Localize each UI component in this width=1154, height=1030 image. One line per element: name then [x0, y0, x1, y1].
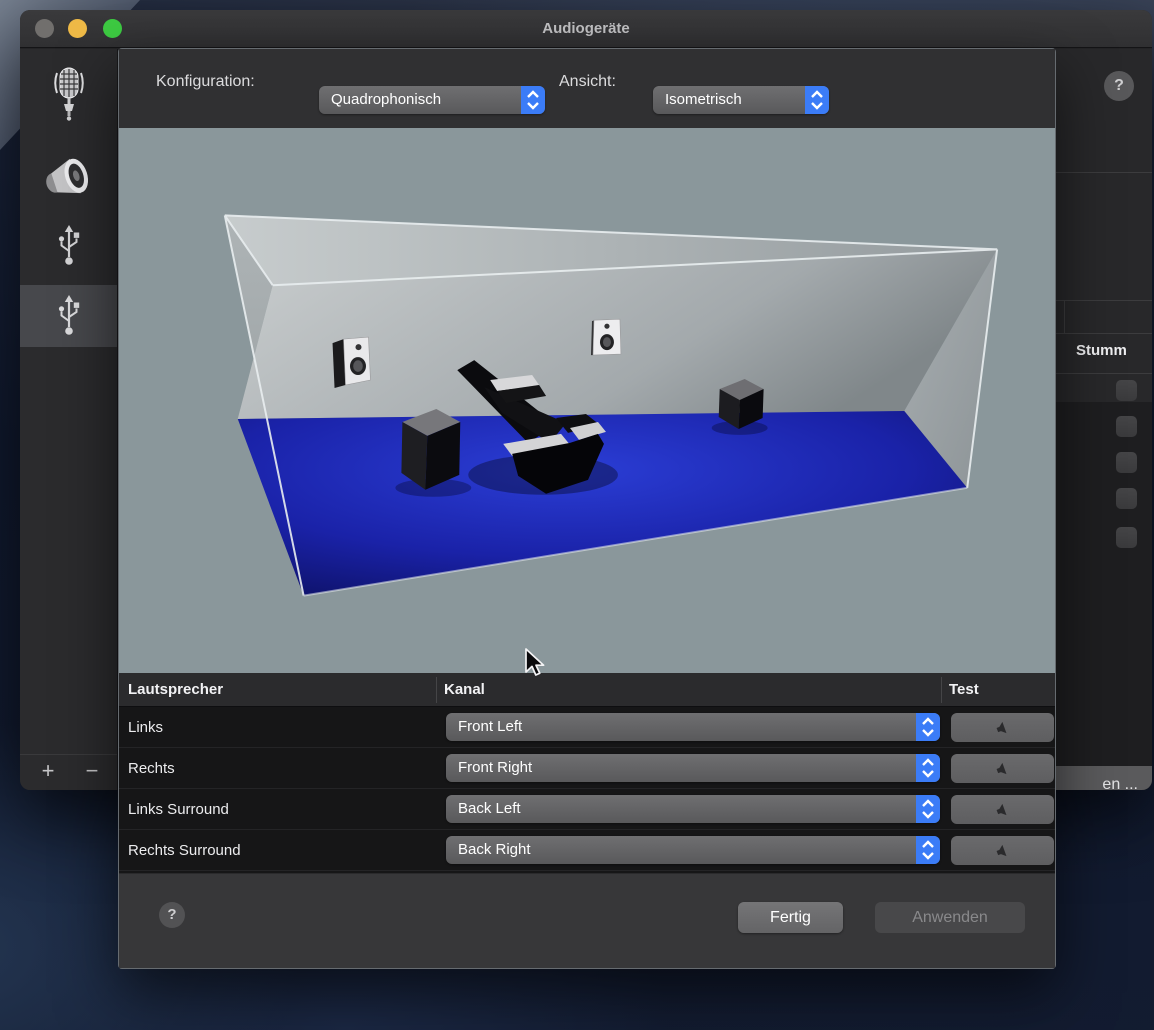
- popup-stepper-icon: [916, 795, 940, 823]
- screen: Audiogeräte: [0, 0, 1154, 1030]
- popup-stepper-icon: [916, 713, 940, 741]
- room-3d-rendering: [119, 128, 1055, 673]
- dialog-toolbar: Konfiguration: Quadrophonisch Ansicht: I…: [119, 49, 1055, 128]
- window-help-button[interactable]: ?: [1104, 71, 1134, 101]
- popup-stepper-icon: [521, 86, 545, 114]
- speaker-configuration-dialog: Konfiguration: Quadrophonisch Ansicht: I…: [118, 48, 1056, 969]
- remove-device-button[interactable]: −: [72, 755, 112, 789]
- speaker-test-icon: [993, 719, 1013, 737]
- dialog-help-button[interactable]: ?: [159, 902, 185, 928]
- popup-stepper-icon: [916, 836, 940, 864]
- view-popup[interactable]: Isometrisch: [653, 86, 829, 114]
- configuration-popup[interactable]: Quadrophonisch: [319, 86, 545, 114]
- speaker-test-icon: [993, 801, 1013, 819]
- mute-checkbox[interactable]: [1116, 416, 1137, 437]
- speaker-name: Rechts Surround: [128, 830, 241, 871]
- popup-stepper-icon: [805, 86, 829, 114]
- speaker-test-icon: [993, 760, 1013, 778]
- usb-icon: [56, 293, 82, 339]
- front-right-speaker: [591, 319, 621, 355]
- sidebar-item-usb-1[interactable]: [20, 215, 117, 277]
- speaker-name: Rechts: [128, 748, 175, 789]
- dialog-footer: ? Fertig Anwenden: [119, 873, 1055, 968]
- configuration-label: Konfiguration:: [156, 73, 255, 91]
- test-speaker-button[interactable]: [951, 713, 1054, 742]
- mute-checkbox[interactable]: [1116, 488, 1137, 509]
- speaker-table: Links Front Left Rechts Front Right: [119, 707, 1055, 873]
- speaker-name: Links: [128, 707, 163, 748]
- table-row: Links Surround Back Left: [119, 789, 1055, 830]
- configure-speakers-button-partial[interactable]: en ...: [1050, 766, 1152, 790]
- channel-popup[interactable]: Back Right: [446, 836, 940, 864]
- test-speaker-button[interactable]: [951, 836, 1054, 865]
- channel-popup[interactable]: Back Left: [446, 795, 940, 823]
- room-3d-viewport[interactable]: [119, 128, 1055, 673]
- front-left-speaker: [333, 337, 371, 388]
- sidebar-toolbar: + −: [20, 754, 117, 790]
- speaker-test-icon: [993, 842, 1013, 860]
- sidebar-item-usb-2-selected[interactable]: [20, 285, 117, 347]
- test-speaker-button[interactable]: [951, 795, 1054, 824]
- speaker-table-header: Lautsprecher Kanal Test: [119, 673, 1055, 707]
- test-speaker-button[interactable]: [951, 754, 1054, 783]
- mute-checkbox[interactable]: [1116, 527, 1137, 548]
- device-sidebar: + −: [20, 49, 118, 790]
- column-header-channel: Kanal: [444, 673, 485, 707]
- window-title: Audiogeräte: [20, 10, 1152, 48]
- channel-popup[interactable]: Front Left: [446, 713, 940, 741]
- mute-column-header: Stumm: [1076, 342, 1127, 359]
- table-row: Rechts Front Right: [119, 748, 1055, 789]
- microphone-icon: [52, 67, 86, 129]
- table-row: Rechts Surround Back Right: [119, 830, 1055, 871]
- usb-icon: [56, 223, 82, 269]
- mute-checkbox[interactable]: [1116, 452, 1137, 473]
- apply-button[interactable]: Anwenden: [875, 902, 1025, 933]
- channel-popup[interactable]: Front Right: [446, 754, 940, 782]
- titlebar[interactable]: Audiogeräte: [20, 10, 1152, 48]
- view-label: Ansicht:: [559, 73, 616, 91]
- device-detail-panel: ? Stumm en ...: [1056, 49, 1152, 790]
- column-header-speaker: Lautsprecher: [128, 673, 223, 707]
- sidebar-item-speaker[interactable]: [20, 145, 117, 207]
- add-device-button[interactable]: +: [28, 755, 68, 789]
- mute-checkbox[interactable]: [1116, 380, 1137, 401]
- column-header-test: Test: [949, 673, 979, 707]
- done-button[interactable]: Fertig: [738, 902, 843, 933]
- speaker-icon: [40, 152, 98, 200]
- table-row: Links Front Left: [119, 707, 1055, 748]
- channel-list-area: [1056, 402, 1152, 770]
- speaker-name: Links Surround: [128, 789, 229, 830]
- mouse-cursor: [523, 647, 547, 679]
- popup-stepper-icon: [916, 754, 940, 782]
- sidebar-item-microphone[interactable]: [20, 67, 117, 129]
